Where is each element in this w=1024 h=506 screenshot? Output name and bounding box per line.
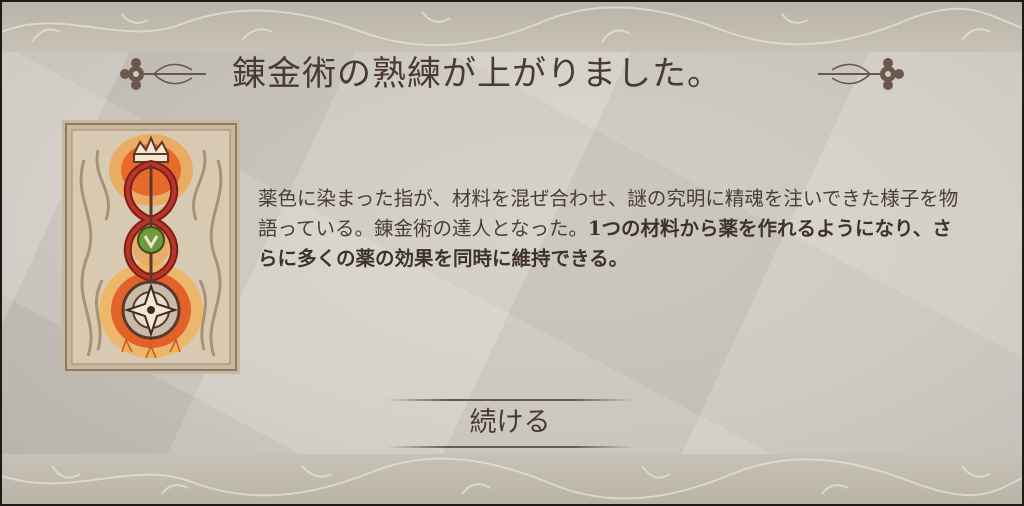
alchemy-skill-card-icon — [62, 120, 240, 374]
continue-button-label: 続ける — [469, 407, 551, 438]
top-ornament-band — [2, 2, 1022, 52]
skill-up-dialog: 錬金術の熟練が上がりました。 薬色に染まった指が、材料を混ぜ合わせ、謎の究明に精… — [2, 2, 1022, 504]
button-bottom-rule — [386, 446, 634, 448]
right-floral-flourish-icon — [818, 58, 904, 90]
skill-description: 薬色に染まった指が、材料を混ぜ合わせ、謎の究明に精魂を注いできた様子を物語ってい… — [258, 184, 962, 274]
title-row: 錬金術の熟練が上がりました。 — [2, 46, 1022, 102]
left-floral-flourish-icon — [120, 58, 206, 90]
button-top-rule — [386, 399, 634, 401]
continue-button[interactable]: 続ける — [386, 394, 634, 452]
bottom-ornament-band — [2, 454, 1022, 504]
dialog-title: 錬金術の熟練が上がりました。 — [232, 54, 722, 94]
